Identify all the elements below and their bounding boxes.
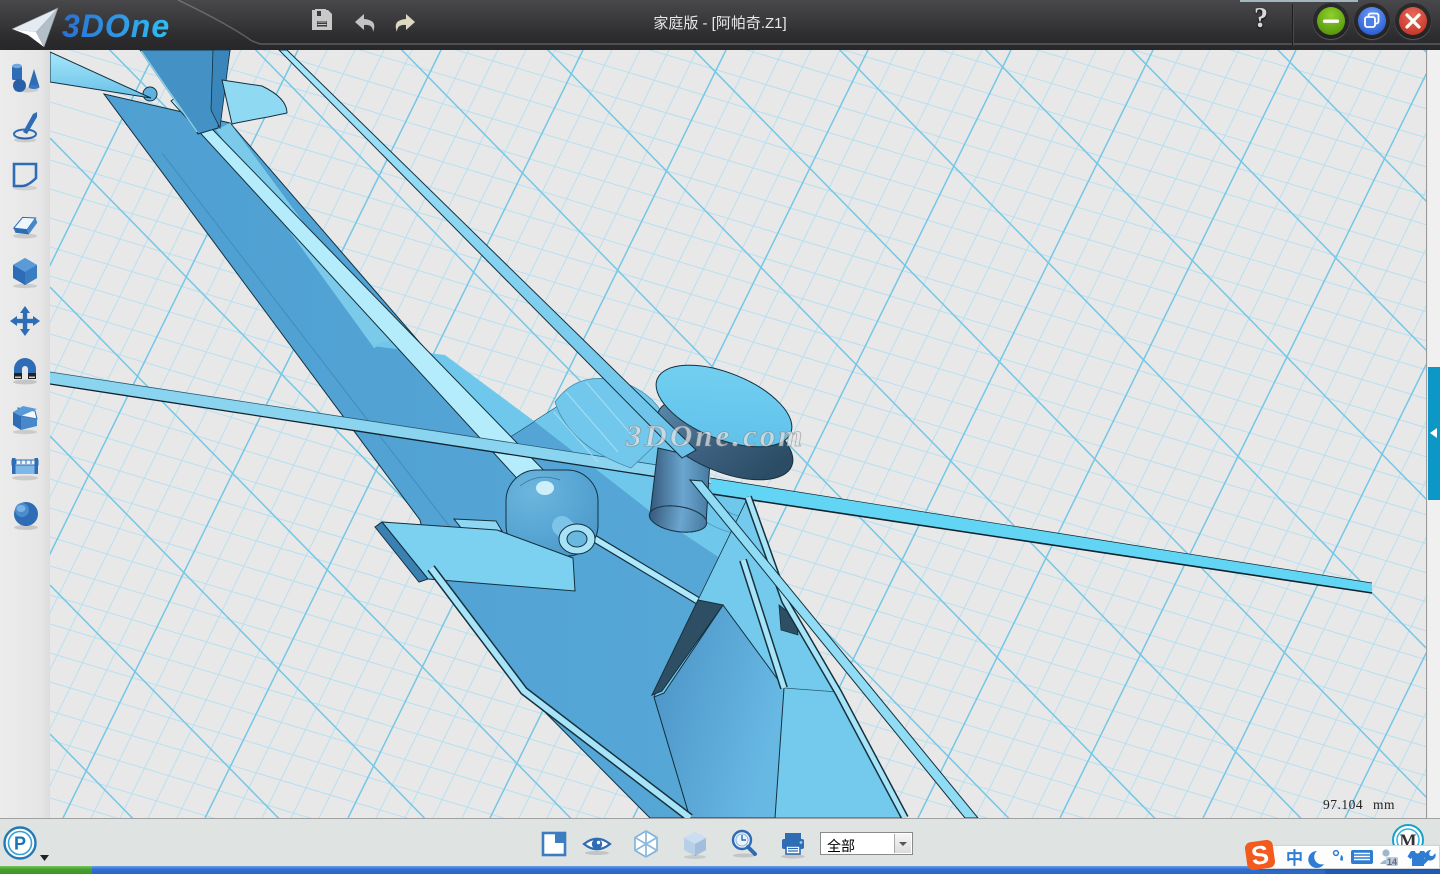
svg-text:3DOne.com: 3DOne.com [625,418,805,453]
svg-text:14: 14 [1387,857,1397,867]
svg-text:P: P [14,834,26,854]
svg-text:中: 中 [1286,848,1303,868]
